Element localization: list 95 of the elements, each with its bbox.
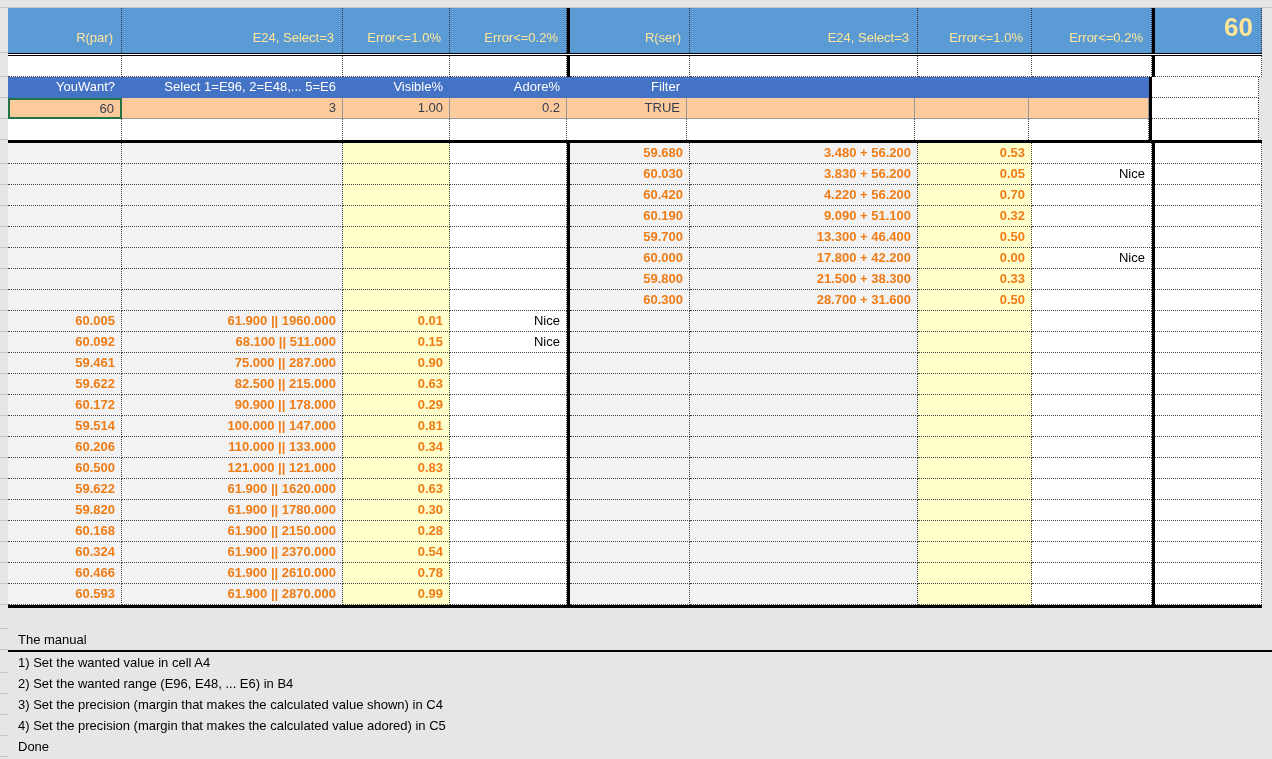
header-cell: Error<=1.0% [343,8,450,53]
input-cell[interactable]: TRUE [567,98,687,119]
table-cell: 59.622 [8,479,122,500]
table-cell: 21.500 + 38.300 [690,269,918,290]
table-cell: 3.830 + 56.200 [690,164,918,185]
manual-step: 2) Set the wanted range (E96, E48, ... E6) in B4 [18,673,294,694]
table-cell: 0.63 [343,374,450,395]
table-cell: Nice [450,311,567,332]
table-cell: 68.100 || 511.000 [122,332,343,353]
label-cell: Filter [567,77,687,98]
table-cell: 61.900 || 1780.000 [122,500,343,521]
manual-title: The manual [18,630,87,649]
table-cell: Nice [1032,164,1152,185]
table-cell: 13.300 + 46.400 [690,227,918,248]
table-cell: 60.005 [8,311,122,332]
table-cell: 0.15 [343,332,450,353]
table-cell: 59.820 [8,500,122,521]
table-cell: 0.53 [918,143,1032,164]
table-cell: 60.466 [8,563,122,584]
input-cell[interactable]: 3 [122,98,343,119]
table-cell: 90.900 || 178.000 [122,395,343,416]
input-cell[interactable]: 60 [8,98,122,119]
manual-step: 1) Set the wanted value in cell A4 [18,652,211,673]
table-cell: 3.480 + 56.200 [690,143,918,164]
table-cell: 0.90 [343,353,450,374]
header-cell: E24, Select=3 [690,8,918,53]
header-cell: E24, Select=3 [122,8,343,53]
table-cell: 0.70 [918,185,1032,206]
table-cell: 4.220 + 56.200 [690,185,918,206]
table-cell: 60.206 [8,437,122,458]
table-cell: 61.900 || 2870.000 [122,584,343,605]
table-cell: 60.172 [8,395,122,416]
table-cell: 0.28 [343,521,450,542]
table-cell: 0.81 [343,416,450,437]
table-cell: 0.83 [343,458,450,479]
table-cell: 61.900 || 1620.000 [122,479,343,500]
table-cell: 0.78 [343,563,450,584]
table-cell: 0.01 [343,311,450,332]
input-cell[interactable]: 0.2 [450,98,567,119]
table-cell: 0.50 [918,290,1032,311]
table-cell: 0.05 [918,164,1032,185]
table-cell: 61.900 || 1960.000 [122,311,343,332]
label-cell: Select 1=E96, 2=E48,... 5=E6 [122,77,343,98]
table-cell: 60.092 [8,332,122,353]
manual-step: Done [18,736,50,757]
table-cell: 60.190 [570,206,690,227]
table-cell: 60.500 [8,458,122,479]
table-cell: 100.000 || 147.000 [122,416,343,437]
table-cell: 0.32 [918,206,1032,227]
table-cell: 59.700 [570,227,690,248]
table-cell: 75.000 || 287.000 [122,353,343,374]
table-cell: Nice [450,332,567,353]
table-cell: 59.622 [8,374,122,395]
table-cell: 110.000 || 133.000 [122,437,343,458]
manual-step: 3) Set the precision (margin that makes the calculated value shown) in C4 [18,694,443,715]
label-cell: YouWant? [8,77,122,98]
table-cell: 0.30 [343,500,450,521]
table-cell: 61.900 || 2150.000 [122,521,343,542]
label-cell: Adore% [450,77,567,98]
table-cell: 60.300 [570,290,690,311]
input-cell[interactable]: 1.00 [343,98,450,119]
table-cell: Nice [1032,248,1152,269]
header-cell: Error<=1.0% [918,8,1032,53]
table-cell: 9.090 + 51.100 [690,206,918,227]
header-cell: Error<=0.2% [1032,8,1152,53]
table-cell: 60.420 [570,185,690,206]
table-cell: 61.900 || 2370.000 [122,542,343,563]
table-cell: 61.900 || 2610.000 [122,563,343,584]
header-cell: R(ser) [570,8,690,53]
table-cell: 121.000 || 121.000 [122,458,343,479]
table-cell: 0.50 [918,227,1032,248]
table-cell: 60.030 [570,164,690,185]
label-cell: Visible% [343,77,450,98]
table-cell: 82.500 || 215.000 [122,374,343,395]
table-cell: 60.000 [570,248,690,269]
table-cell: 59.680 [570,143,690,164]
table-cell: 17.800 + 42.200 [690,248,918,269]
table-cell: 0.99 [343,584,450,605]
table-cell: 0.33 [918,269,1032,290]
header-cell: 60 [1155,8,1262,53]
table-cell: 59.461 [8,353,122,374]
table-cell: 0.54 [343,542,450,563]
table-cell: 0.29 [343,395,450,416]
header-cell: R(par) [8,8,122,53]
table-cell: 59.800 [570,269,690,290]
table-cell: 60.168 [8,521,122,542]
header-cell: Error<=0.2% [450,8,567,53]
table-cell: 28.700 + 31.600 [690,290,918,311]
table-cell: 60.324 [8,542,122,563]
table-cell: 0.34 [343,437,450,458]
table-cell: 0.63 [343,479,450,500]
table-cell: 60.593 [8,584,122,605]
table-cell: 59.514 [8,416,122,437]
table-cell: 0.00 [918,248,1032,269]
manual-step: 4) Set the precision (margin that makes the calculated value adored) in C5 [18,715,446,736]
